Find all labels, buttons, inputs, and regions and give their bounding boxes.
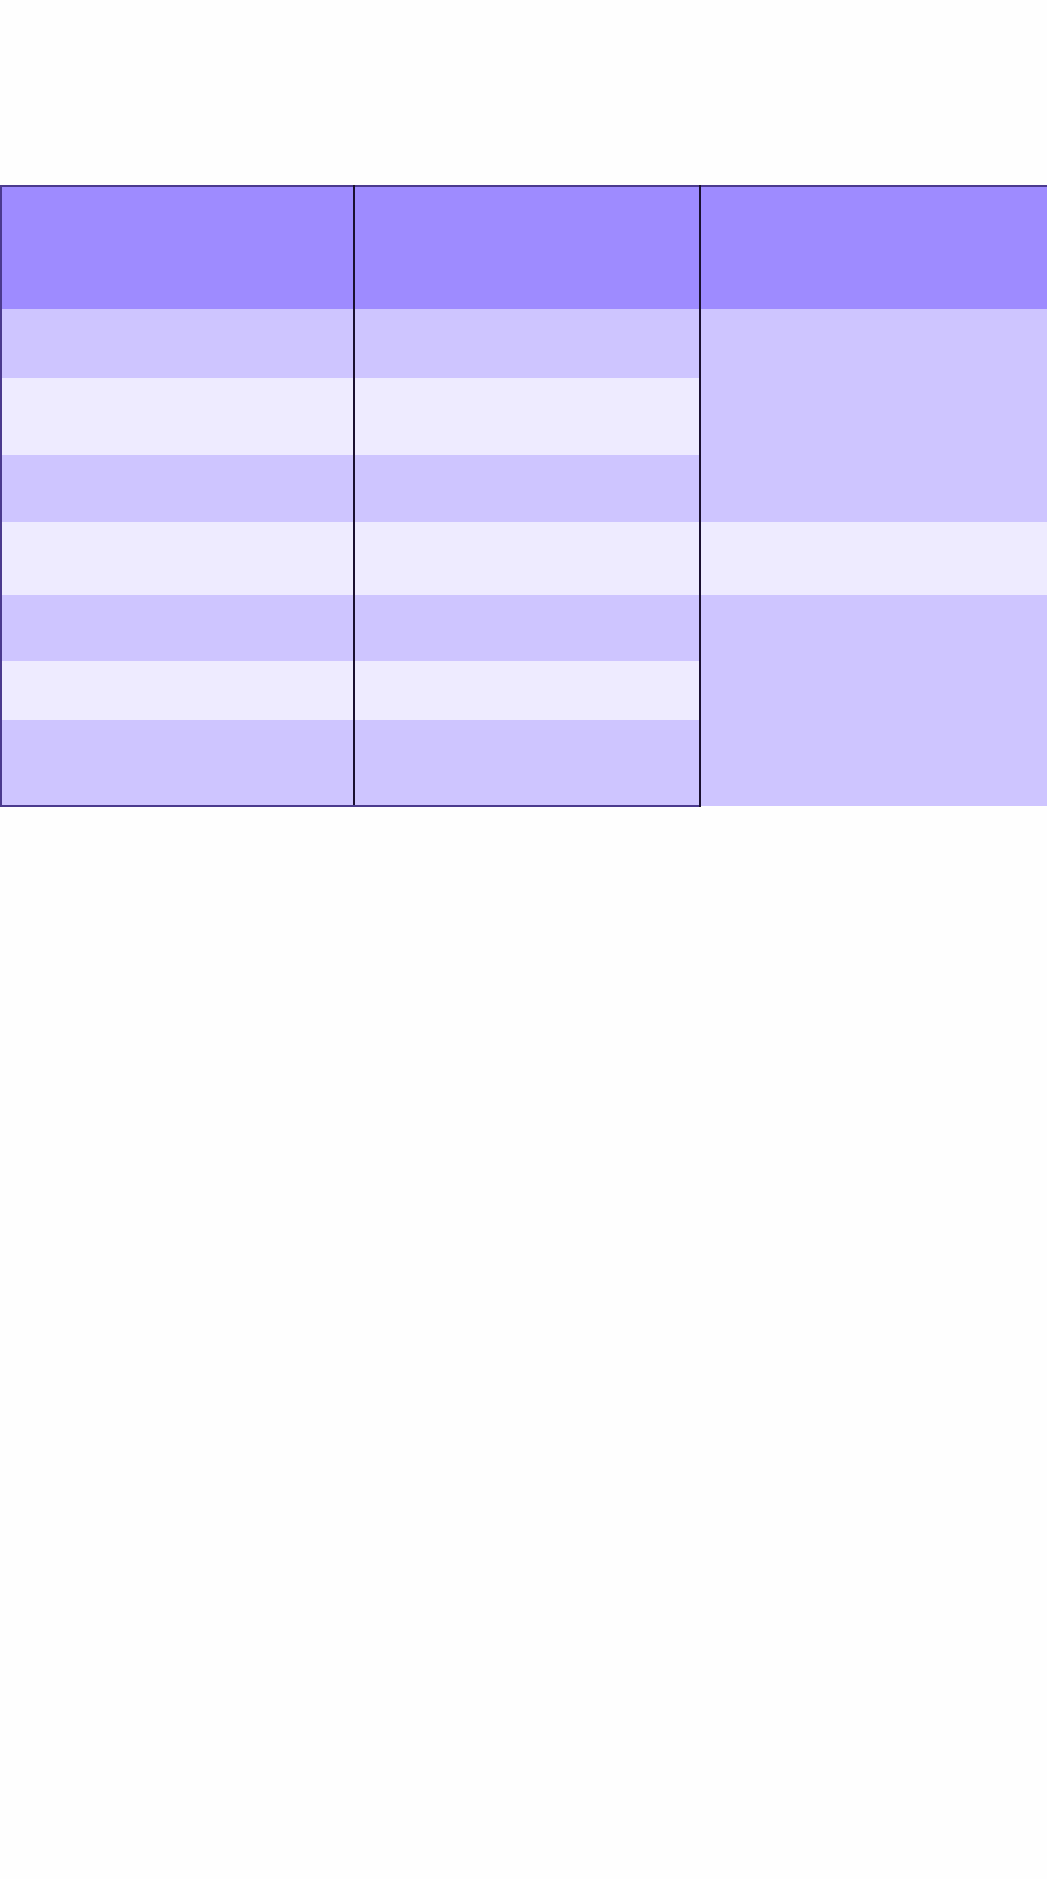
- table-cell: [0, 455, 355, 522]
- table-cell: [353, 595, 701, 661]
- table-cell-merged: [699, 595, 1047, 806]
- table-cell: [353, 661, 701, 720]
- table-cell: [0, 522, 355, 595]
- table-cell: [353, 720, 701, 807]
- header-cell-3: [699, 185, 1047, 309]
- table-row: [0, 595, 1047, 806]
- table-cell: [699, 522, 1047, 595]
- table-cell: [0, 378, 355, 455]
- table-cell: [0, 595, 355, 661]
- table-cell-merged: [699, 309, 1047, 522]
- data-table-container: [0, 185, 1047, 807]
- table-header-row: [0, 185, 1047, 309]
- table-cell: [353, 455, 701, 522]
- table-cell: [0, 661, 355, 720]
- table-cell: [353, 309, 701, 378]
- table-cell: [0, 309, 355, 378]
- table-cell: [0, 720, 355, 807]
- header-cell-1: [0, 185, 355, 309]
- header-cell-2: [353, 185, 701, 309]
- data-table: [0, 185, 1047, 807]
- table-row: [0, 522, 1047, 595]
- table-row: [0, 309, 1047, 522]
- table-cell: [353, 522, 701, 595]
- table-cell: [353, 378, 701, 455]
